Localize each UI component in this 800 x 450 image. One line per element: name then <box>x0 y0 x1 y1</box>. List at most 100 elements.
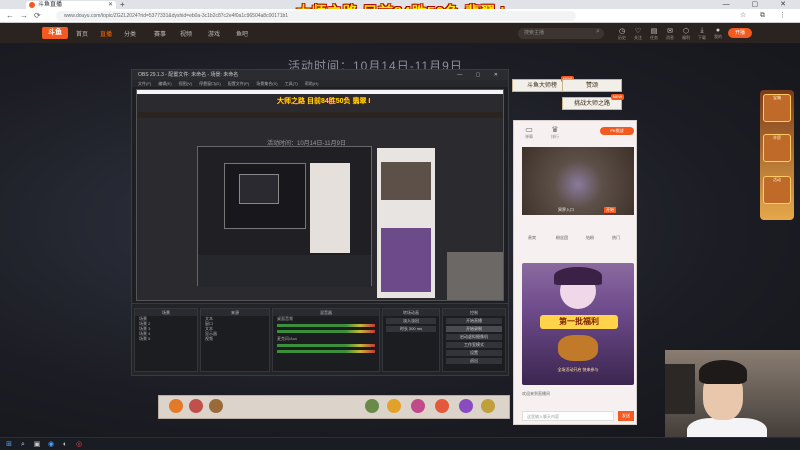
open-live-button[interactable]: 开播 <box>728 28 752 38</box>
controls-panel[interactable]: 控制 开始直播 开始录制 启动虚拟摄像机 工作室模式 设置 退出 <box>442 308 506 372</box>
volume-meter <box>277 344 375 347</box>
rank-icon[interactable]: ♛ 排行 <box>544 125 566 140</box>
nav-live[interactable]: 直播 <box>100 29 112 38</box>
transition-duration[interactable]: 时长 300 ms <box>386 326 436 332</box>
preview-poster <box>381 228 431 292</box>
download-icon[interactable]: ⤓ 下载 <box>696 27 708 41</box>
volume-meter <box>277 350 375 353</box>
nav-video[interactable]: 视频 <box>180 29 192 38</box>
praise-label[interactable]: 赞颂 <box>562 79 622 92</box>
obs-title-text: OBS 29.1.3 - 配置文件: 未命名 - 场景: 未命名 <box>138 72 239 78</box>
tab-fans[interactable]: 粉丝团 <box>556 235 568 241</box>
pk-challenge-button[interactable]: PK挑战 <box>600 127 634 135</box>
transitions-panel[interactable]: 转场动画 淡入淡出 时长 300 ms <box>382 308 440 372</box>
promo-strip: 宝箱 许愿 活动 <box>760 90 794 220</box>
studio-mode-button[interactable]: 工作室模式 <box>446 342 502 348</box>
task-view-icon[interactable]: ▣ <box>32 440 42 449</box>
tab-vip[interactable]: 贵宾 <box>528 235 536 241</box>
forward-icon[interactable]: → <box>20 11 28 20</box>
start-icon[interactable]: ⊞ <box>4 440 14 449</box>
site-search-input[interactable]: 搜索主播 <box>518 28 604 39</box>
transitions-panel-title: 转场动画 <box>383 309 439 316</box>
start-streaming-button[interactable]: 开始直播 <box>446 318 502 324</box>
recursive-preview-3 <box>239 174 279 204</box>
obs-window-controls[interactable]: — ▢ ✕ <box>457 70 504 80</box>
send-button[interactable]: 发送 <box>618 411 634 421</box>
settings-button[interactable]: 设置 <box>446 350 502 356</box>
tab-hot[interactable]: 热门 <box>612 235 620 241</box>
chat-icon[interactable]: ▭ 弹幕 <box>518 125 540 140</box>
challenge-label[interactable]: 挑战大师之路 NEW <box>562 94 624 110</box>
reload-icon[interactable]: ⟳ <box>34 11 41 20</box>
nav-events[interactable]: 赛事 <box>154 29 166 38</box>
search-icon[interactable]: ⌕ <box>596 28 600 36</box>
poster-title: 第一批福利 <box>540 315 618 329</box>
nav-category[interactable]: 分类 <box>124 29 136 38</box>
event-poster[interactable]: 第一批福利 全场活动开启 快来参与 <box>522 263 634 385</box>
gift-bar <box>158 395 510 419</box>
promo-item[interactable]: 许愿 <box>763 134 791 162</box>
mixer-panel-title: 混音器 <box>273 309 379 316</box>
app-taskbar-icon[interactable]: ◐ <box>60 440 70 449</box>
source-item[interactable]: 视频 <box>201 336 269 341</box>
browser-extension-icons[interactable]: ☆ ⧉ ⋮ <box>740 11 792 20</box>
nested-site-header <box>137 112 503 118</box>
exit-button[interactable]: 退出 <box>446 358 502 364</box>
gift-item[interactable] <box>435 399 449 413</box>
gift-icon[interactable]: ⬡ 福利 <box>680 27 692 41</box>
search-icon[interactable]: ⌕ <box>18 440 28 449</box>
close-tab-icon[interactable]: ✕ <box>108 1 113 9</box>
nav-fishbar[interactable]: 鱼吧 <box>236 29 248 38</box>
sources-panel[interactable]: 来源 文本 窗口 文本 显示器 视频 <box>200 308 270 372</box>
history-icon[interactable]: ◷ 历史 <box>616 27 628 41</box>
preview-webcam <box>447 252 503 300</box>
obs-menu-bar[interactable]: 文件(F) 编辑(E) 视图(V) 停靠窗口(D) 配置文件(P) 场景集合(S… <box>132 80 508 87</box>
scenes-panel[interactable]: 场景 场景 场景 2 场景 3 场景 4 场景 5 <box>134 308 198 372</box>
live-room-panel: ▭ 弹幕 ♛ 排行 PK挑战 冥界入口 开始 贵宾 粉丝团 钻粉 热门 第一批福利 … <box>513 120 637 425</box>
start-recording-button[interactable]: 开始录制 <box>446 326 502 332</box>
promo-item[interactable]: 宝箱 <box>763 94 791 122</box>
task-icon[interactable]: ▤ 任务 <box>648 27 660 41</box>
game-thumbnail[interactable] <box>522 147 634 215</box>
preview-live-panel <box>377 148 435 298</box>
windows-taskbar: ⊞ ⌕ ▣ ◉ ◐ ◎ <box>0 437 800 450</box>
gift-item[interactable] <box>459 399 473 413</box>
challenge-text: 挑战大师之路 <box>573 101 610 107</box>
promo-item[interactable]: 活动 <box>763 176 791 204</box>
browser-taskbar-icon[interactable]: ◉ <box>46 440 56 449</box>
chat-message: 欢迎来到直播间 <box>522 391 550 396</box>
message-icon[interactable]: ✉ 消息 <box>664 27 676 41</box>
transition-select[interactable]: 淡入淡出 <box>386 318 436 324</box>
avatar-icon[interactable]: ● 我的 <box>712 27 724 40</box>
nav-games[interactable]: 游戏 <box>208 29 220 38</box>
url-input[interactable]: www.douyu.com/topic/ZGZL2024?rid=5377331… <box>56 11 576 21</box>
nested-browser-bar <box>137 90 503 94</box>
follow-icon[interactable]: ♡ 关注 <box>632 27 644 41</box>
gift-item[interactable] <box>387 399 401 413</box>
back-icon[interactable]: ← <box>6 11 14 20</box>
obs-preview[interactable]: 大师之路 目前84胜50负 翡翠 I 活动时间：10月14日-11月9日 <box>136 89 504 301</box>
recursive-preview-1 <box>197 146 372 287</box>
obs-window[interactable]: OBS 29.1.3 - 配置文件: 未命名 - 场景: 未命名 — ▢ ✕ 文… <box>131 69 509 376</box>
scene-item[interactable]: 场景 5 <box>135 336 197 341</box>
douyu-logo[interactable]: 斗鱼 <box>42 27 68 39</box>
mixer-panel[interactable]: 混音器 桌面音频 麦克风/Aux <box>272 308 380 372</box>
new-tab-icon[interactable]: + <box>120 0 125 9</box>
gift-item[interactable] <box>169 399 183 413</box>
virtual-camera-button[interactable]: 启动虚拟摄像机 <box>446 334 502 340</box>
gift-item[interactable] <box>209 399 223 413</box>
douyu-favicon-icon <box>29 2 35 8</box>
chat-input[interactable]: 这里输入聊天内容 <box>522 411 614 421</box>
game-start-tag[interactable]: 开始 <box>604 207 616 213</box>
gift-item[interactable] <box>481 399 495 413</box>
nav-home[interactable]: 首页 <box>76 29 88 38</box>
gift-item[interactable] <box>365 399 379 413</box>
window-controls[interactable]: — ▢ ✕ <box>723 0 796 9</box>
master-rank-text: 斗鱼大师榜 <box>526 83 557 89</box>
scenes-panel-title: 场景 <box>135 309 197 316</box>
gift-item[interactable] <box>411 399 425 413</box>
gift-item[interactable] <box>189 399 203 413</box>
obs-taskbar-icon[interactable]: ◎ <box>74 440 84 449</box>
tab-diamond[interactable]: 钻粉 <box>586 235 594 241</box>
browser-tab[interactable]: 斗鱼直播 ✕ <box>26 1 116 9</box>
